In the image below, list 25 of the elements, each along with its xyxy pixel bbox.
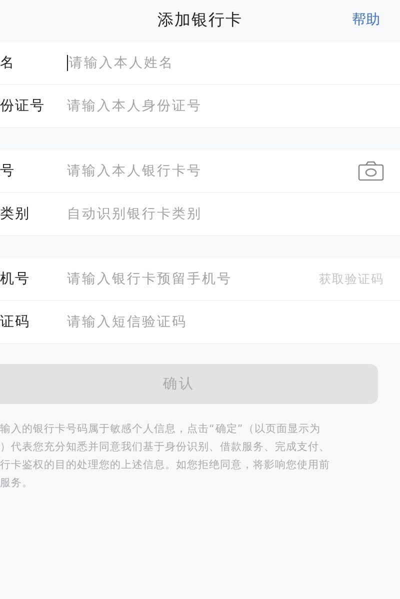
form-row[interactable]: 机号 请输入银行卡预留手机号 获取验证码 <box>0 258 400 301</box>
field-label: 证码 <box>0 313 31 331</box>
field-label: 类别 <box>0 205 31 223</box>
camera-icon[interactable] <box>358 161 384 181</box>
help-link[interactable]: 帮助 <box>352 11 380 29</box>
input-field[interactable]: 请输入银行卡预留手机号 <box>67 258 319 300</box>
field-label: 名 <box>0 54 16 72</box>
field-label: 份证号 <box>0 97 46 115</box>
form-row[interactable]: 份证号 请输入本人身份证号 <box>0 85 400 128</box>
input-field[interactable]: 自动识别银行卡类别 <box>67 193 400 235</box>
notice-text: 服务。 <box>0 476 34 491</box>
notice-text: 行卡鉴权的目的处理您的上述信息。如您拒绝同意，将影响您使用前 <box>0 458 331 473</box>
form-row[interactable]: 证码 请输入短信验证码 <box>0 301 400 344</box>
page-title: 添加银行卡 <box>158 10 242 30</box>
input-field[interactable]: 请输入本人银行卡号 <box>67 150 358 192</box>
form-row[interactable]: 名 请输入本人姓名 <box>0 42 400 85</box>
notice-text: ）代表您充分知悉并同意我们基于身份识别、借款服务、完成支付、 <box>0 440 331 455</box>
field-label: 机号 <box>0 270 31 288</box>
input-field[interactable]: 请输入短信验证码 <box>67 301 400 343</box>
notice-text: 输入的银行卡号码属于敏感个人信息，点击“确定”（以页面显示为 <box>0 422 322 437</box>
form-row[interactable]: 号 请输入本人银行卡号 <box>0 150 400 193</box>
input-field[interactable]: 请输入本人姓名 <box>67 55 400 71</box>
field-label: 号 <box>0 162 16 180</box>
input-field[interactable]: 请输入本人身份证号 <box>67 85 400 127</box>
form-row[interactable]: 类别 自动识别银行卡类别 <box>0 193 400 236</box>
